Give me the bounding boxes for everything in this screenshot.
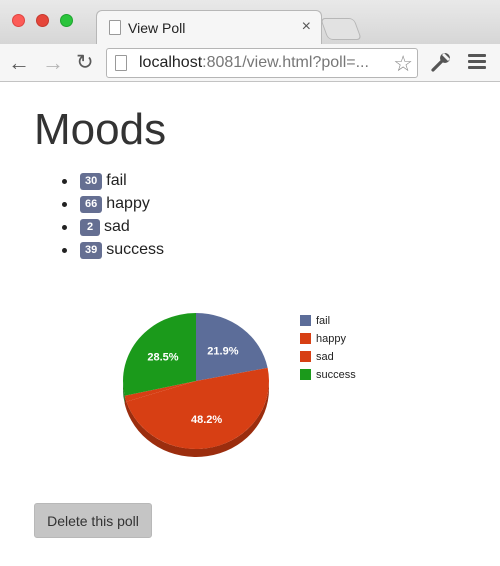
mood-label: fail [106, 172, 127, 189]
bullet [62, 225, 67, 230]
legend-swatch [300, 315, 311, 326]
browser-titlebar: View Poll × [0, 0, 500, 44]
menu-icon[interactable] [468, 54, 486, 70]
tab-title: View Poll [128, 20, 186, 36]
pie-label-happy: 48.2% [191, 414, 222, 426]
mood-label: sad [104, 218, 130, 235]
legend-label: sad [316, 351, 334, 363]
count-badge: 66 [80, 196, 103, 213]
legend-swatch [300, 369, 311, 380]
star-icon[interactable]: ☆ [393, 51, 413, 77]
close-window-button[interactable] [12, 14, 25, 27]
reload-icon[interactable]: ↻ [76, 50, 94, 76]
zoom-window-button[interactable] [60, 14, 73, 27]
forward-icon[interactable]: → [42, 50, 64, 76]
url-host: localhost [139, 54, 203, 71]
list-item: 66 happy [62, 194, 164, 217]
bullet [62, 179, 67, 184]
pie-label-success: 28.5% [147, 351, 178, 363]
legend-item-sad: sad [300, 351, 356, 369]
page-icon [109, 20, 121, 35]
address-bar[interactable]: localhost:8081/view.html?poll=... ☆ [106, 48, 418, 78]
legend-label: happy [316, 333, 346, 345]
new-tab-button[interactable] [319, 18, 363, 40]
legend-item-happy: happy [300, 333, 356, 351]
page-icon [115, 55, 127, 71]
url-path: :8081/view.html?poll=... [202, 54, 369, 71]
list-item: 39 success [62, 240, 164, 263]
mood-list: 30 fail 66 happy 2 sad 39 success [62, 171, 164, 263]
browser-toolbar: ← → ↻ localhost:8081/view.html?poll=... … [0, 44, 500, 82]
page-content: Moods 30 fail 66 happy 2 sad 39 success 21.9… [0, 83, 500, 566]
minimize-window-button[interactable] [36, 14, 49, 27]
back-icon[interactable]: ← [8, 50, 30, 76]
mood-label: happy [106, 195, 150, 212]
wrench-icon[interactable] [430, 51, 452, 73]
legend-item-success: success [300, 369, 356, 387]
mood-label: success [106, 241, 165, 258]
count-badge: 2 [80, 219, 100, 236]
count-badge: 39 [80, 242, 103, 259]
legend-label: success [316, 369, 356, 381]
legend-label: fail [316, 315, 331, 327]
legend-swatch [300, 351, 311, 362]
legend-item-fail: fail [300, 315, 356, 333]
count-badge: 30 [80, 173, 103, 190]
chart-legend: fail happy sad success [300, 315, 356, 387]
mood-pie-chart: 21.9% 48.2% 28.5% [123, 313, 269, 457]
url-text[interactable]: localhost:8081/view.html?poll=... [139, 54, 369, 72]
bullet [62, 202, 67, 207]
delete-poll-button[interactable]: Delete this poll [34, 503, 152, 538]
close-icon[interactable]: × [302, 18, 311, 36]
pie-label-fail: 21.9% [207, 346, 238, 358]
bullet [62, 248, 67, 253]
legend-swatch [300, 333, 311, 344]
tab-view-poll[interactable]: View Poll × [96, 10, 322, 44]
page-title: Moods [34, 105, 167, 154]
list-item: 2 sad [62, 217, 164, 240]
list-item: 30 fail [62, 171, 164, 194]
